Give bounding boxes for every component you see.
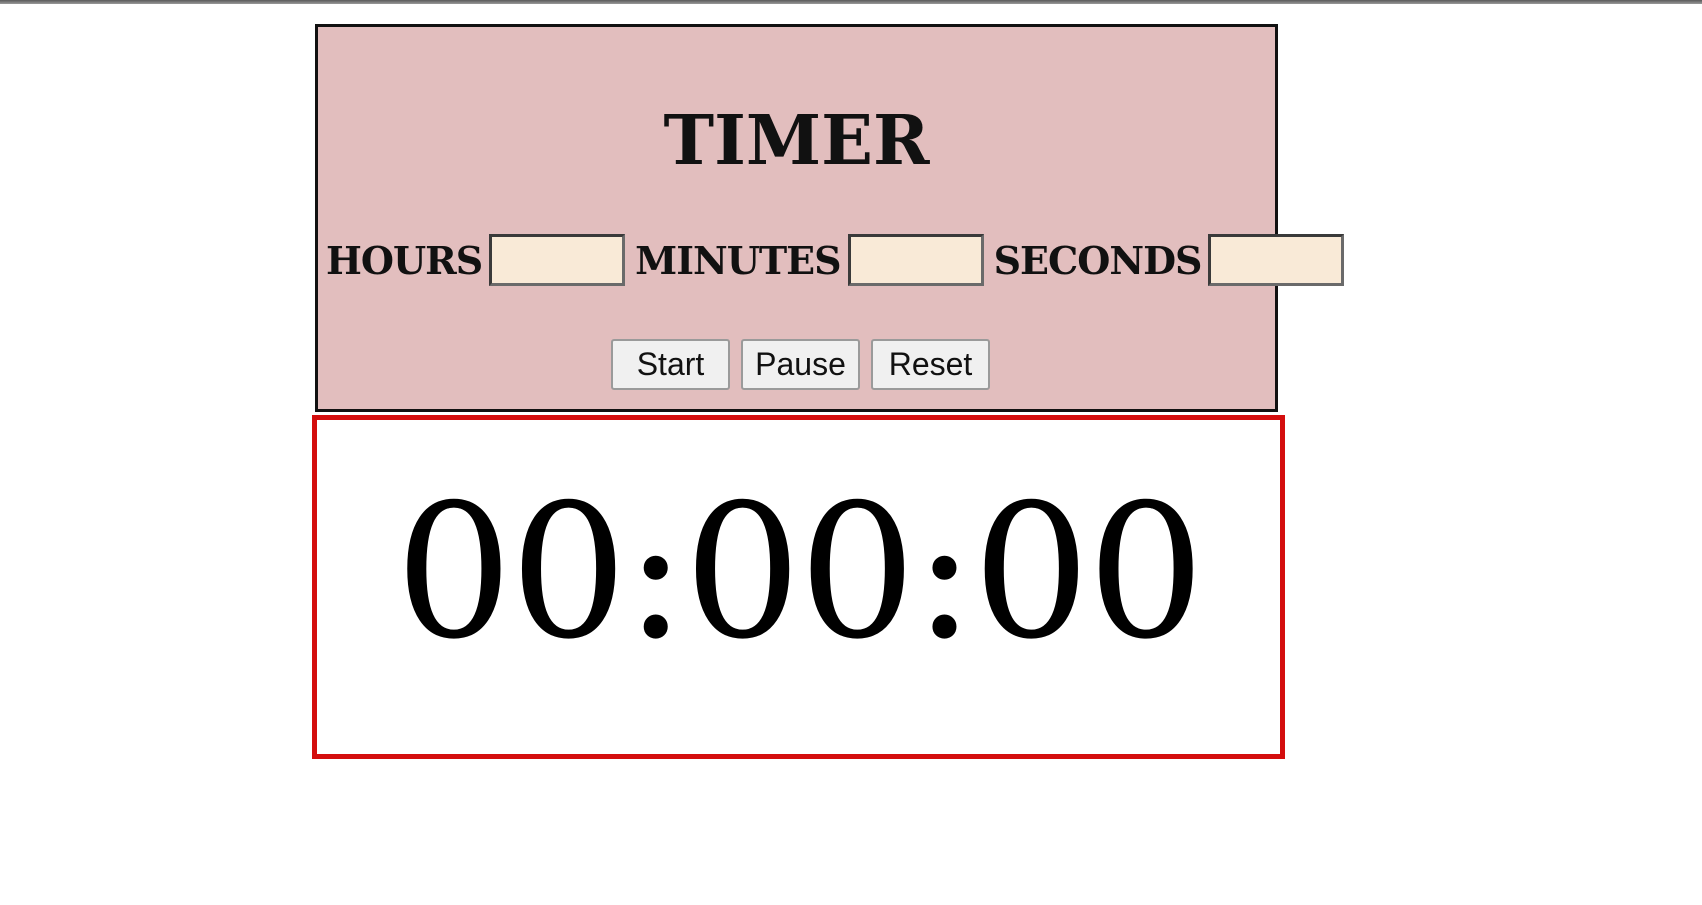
- minutes-input[interactable]: [847, 234, 984, 286]
- timer-buttons: Start Pause Reset: [611, 339, 990, 390]
- hours-input[interactable]: [489, 234, 626, 286]
- timer-control-panel: TIMER HOURS MINUTES SECONDS Start Pause …: [315, 24, 1345, 412]
- hours-label: HOURS: [326, 237, 483, 283]
- time-display: 00:00:00: [395, 464, 1205, 680]
- pause-button[interactable]: Pause: [741, 339, 860, 390]
- timer-title: TIMER: [663, 101, 930, 181]
- time-fields-row: HOURS MINUTES SECONDS: [326, 234, 1354, 286]
- time-display-box: 00:00:00: [312, 415, 1285, 759]
- top-rule: [0, 0, 1702, 4]
- seconds-input[interactable]: [1208, 234, 1345, 286]
- seconds-label: SECONDS: [993, 237, 1203, 283]
- reset-button[interactable]: Reset: [871, 339, 990, 390]
- start-button[interactable]: Start: [611, 339, 730, 390]
- minutes-label: MINUTES: [635, 237, 841, 283]
